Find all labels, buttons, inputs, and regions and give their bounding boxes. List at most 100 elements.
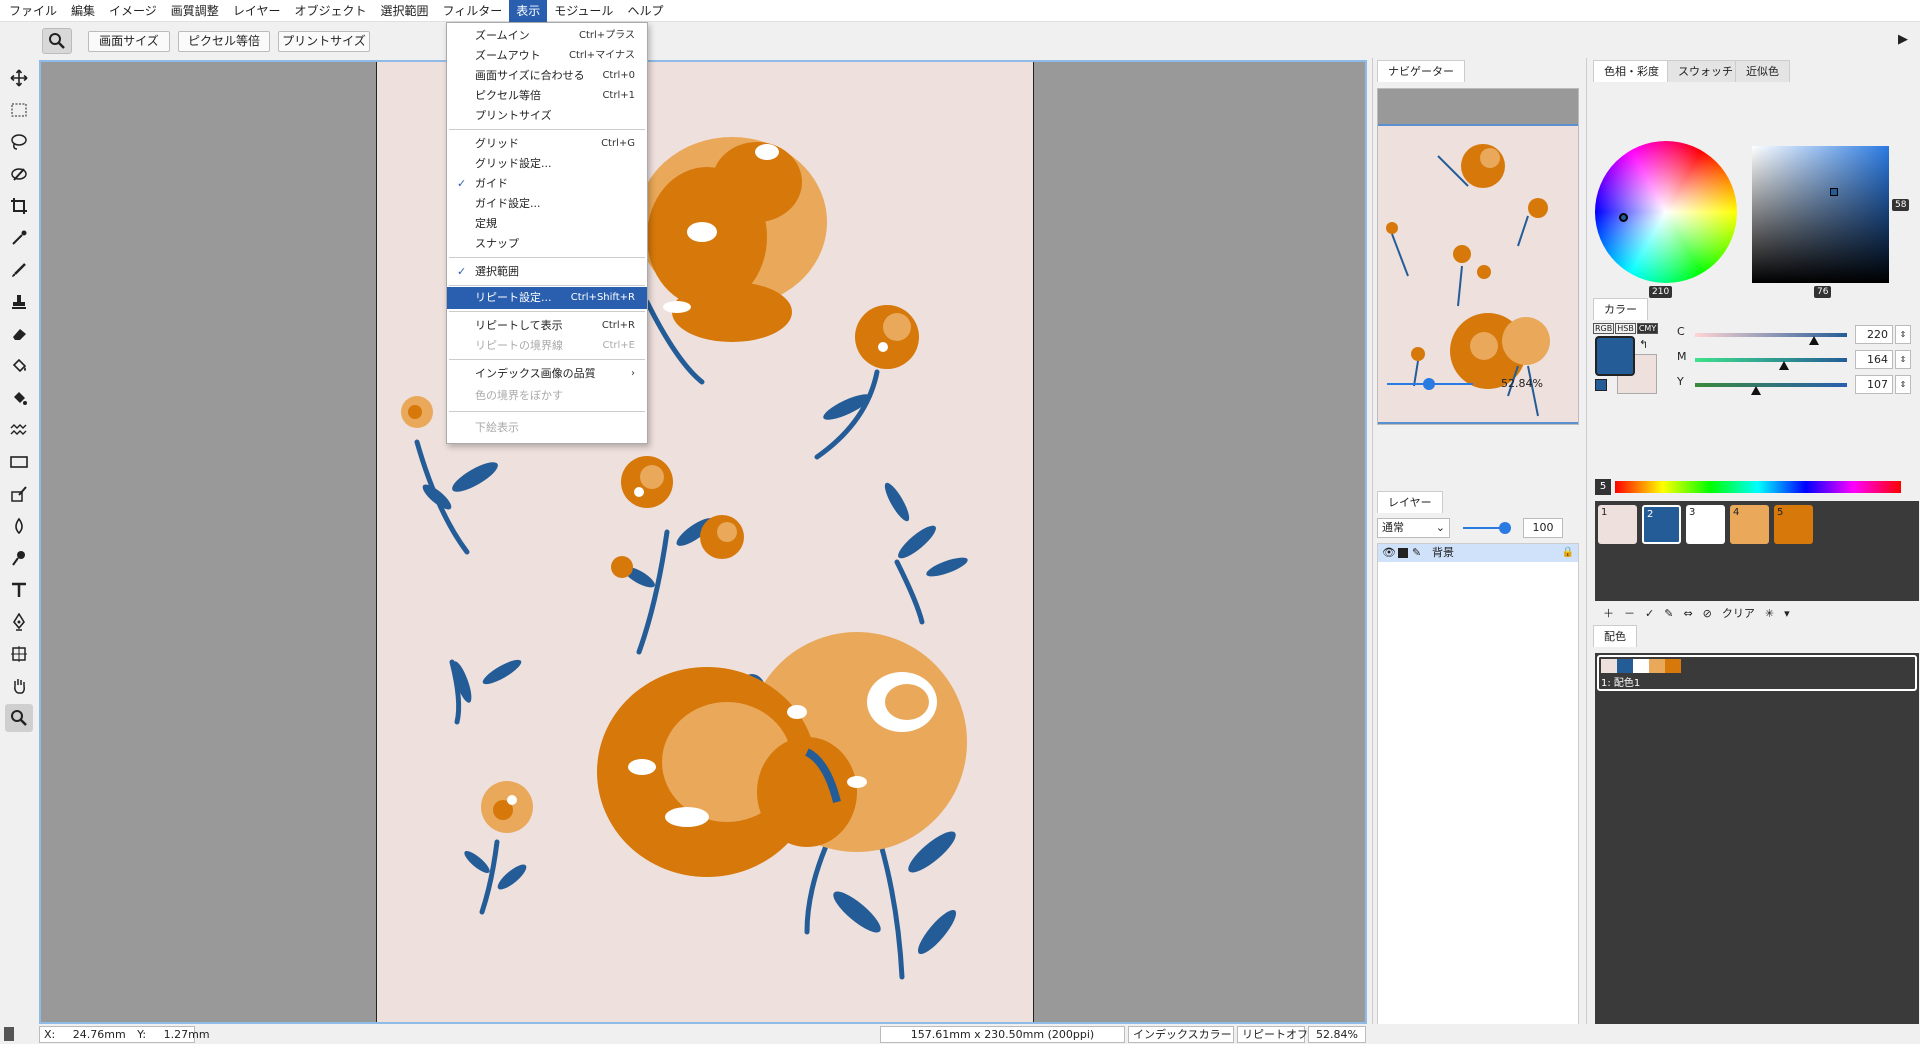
menu-underlay[interactable]: 下絵表示 bbox=[447, 417, 647, 439]
fit-screen-button[interactable]: 画面サイズ bbox=[88, 31, 170, 52]
tab-color-scheme[interactable]: 配色 bbox=[1593, 625, 1637, 647]
default-colors-icon[interactable] bbox=[1595, 379, 1607, 391]
tab-navigator[interactable]: ナビゲーター bbox=[1377, 60, 1465, 82]
menu-repeat-settings[interactable]: リピート設定... Ctrl+Shift+R bbox=[447, 287, 647, 309]
menu-guide[interactable]: ✓ ガイド bbox=[447, 173, 647, 195]
mode-cmy[interactable]: CMY bbox=[1636, 323, 1659, 334]
brush-icon[interactable] bbox=[5, 256, 33, 284]
layer-opacity-input[interactable]: 100 bbox=[1523, 518, 1563, 538]
channel-y-slider[interactable] bbox=[1695, 383, 1847, 387]
menu-adjust[interactable]: 画質調整 bbox=[164, 0, 226, 22]
edit-pencil-icon[interactable]: ✎ bbox=[1664, 607, 1673, 620]
sparkle-icon[interactable]: ✳ bbox=[1765, 607, 1774, 620]
menu-ruler[interactable]: 定規 bbox=[447, 213, 647, 235]
sv-marker[interactable] bbox=[1830, 188, 1838, 196]
blur-drop-icon[interactable] bbox=[5, 512, 33, 540]
color-mode-status[interactable]: インデックスカラー bbox=[1128, 1026, 1234, 1043]
zoom-tool-icon[interactable] bbox=[5, 704, 33, 732]
channel-c-slider[interactable] bbox=[1695, 333, 1847, 337]
swap-colors-icon[interactable]: ↰ bbox=[1639, 338, 1648, 351]
menu-selection[interactable]: 選択範囲 bbox=[373, 0, 435, 22]
pattern-icon[interactable] bbox=[5, 416, 33, 444]
stamp-icon[interactable] bbox=[5, 288, 33, 316]
lock-icon[interactable]: 🔒 bbox=[1562, 544, 1574, 562]
text-tool-icon[interactable] bbox=[5, 576, 33, 604]
menu-actual-pixels[interactable]: ピクセル等倍 Ctrl+1 bbox=[447, 85, 647, 107]
fill-replace-icon[interactable] bbox=[5, 384, 33, 412]
menu-grid-settings[interactable]: グリッド設定... bbox=[447, 153, 647, 175]
eyedropper-icon[interactable] bbox=[5, 224, 33, 252]
canvas-area[interactable] bbox=[39, 60, 1367, 1024]
tab-similar-colors[interactable]: 近似色 bbox=[1735, 60, 1790, 82]
channel-c-thumb[interactable] bbox=[1809, 336, 1819, 345]
menu-repeat-border[interactable]: リピートの境界線 Ctrl+E bbox=[447, 335, 647, 357]
color-scheme-item[interactable]: 1: 配色1 bbox=[1597, 655, 1917, 691]
rect-select-icon[interactable] bbox=[5, 96, 33, 124]
palette-swatch[interactable]: 4 bbox=[1730, 505, 1769, 544]
saturation-value-square[interactable] bbox=[1752, 146, 1889, 283]
mode-hsb[interactable]: HSB bbox=[1615, 323, 1636, 334]
foreground-color-swatch[interactable] bbox=[1595, 336, 1635, 376]
crop-icon[interactable] bbox=[5, 192, 33, 220]
menu-layer[interactable]: レイヤー bbox=[226, 0, 288, 22]
repeat-status[interactable]: リピートオフ bbox=[1237, 1026, 1308, 1043]
confirm-icon[interactable]: ✓ bbox=[1645, 607, 1654, 620]
channel-y-spinner[interactable]: ⇕ bbox=[1895, 375, 1911, 394]
channel-y-input[interactable]: 107 bbox=[1855, 375, 1893, 394]
channel-m-thumb[interactable] bbox=[1779, 361, 1789, 370]
menu-print-size[interactable]: プリントサイズ bbox=[447, 105, 647, 127]
hue-marker[interactable] bbox=[1619, 213, 1628, 222]
menu-repeat-view[interactable]: リピートして表示 Ctrl+R bbox=[447, 315, 647, 337]
menu-file[interactable]: ファイル bbox=[2, 0, 64, 22]
channel-m-spinner[interactable]: ⇕ bbox=[1895, 350, 1911, 369]
move-tool-icon[interactable] bbox=[5, 64, 33, 92]
menu-zoom-in[interactable]: ズームイン Ctrl+プラス bbox=[447, 25, 647, 47]
collapse-panel-icon[interactable]: ▶ bbox=[1898, 32, 1908, 47]
lasso-icon[interactable] bbox=[5, 128, 33, 156]
menu-zoom-out[interactable]: ズームアウト Ctrl+マイナス bbox=[447, 45, 647, 67]
palette-swatch[interactable]: 1 bbox=[1598, 505, 1637, 544]
swap-arrows-icon[interactable]: ⇔ bbox=[1683, 607, 1692, 620]
actual-pixels-button[interactable]: ピクセル等倍 bbox=[178, 31, 270, 52]
channel-y-thumb[interactable] bbox=[1751, 386, 1761, 395]
hue-wheel[interactable] bbox=[1595, 141, 1737, 283]
add-color-icon[interactable]: ＋ bbox=[1603, 605, 1614, 621]
menu-help[interactable]: ヘルプ bbox=[620, 0, 670, 22]
menu-grid[interactable]: グリッド Ctrl+G bbox=[447, 133, 647, 155]
pen-tool-icon[interactable] bbox=[5, 608, 33, 636]
menu-object[interactable]: オブジェクト bbox=[287, 0, 373, 22]
menu-image[interactable]: イメージ bbox=[102, 0, 164, 22]
print-size-button[interactable]: プリントサイズ bbox=[278, 31, 370, 52]
eraser-icon[interactable] bbox=[5, 320, 33, 348]
menu-snap[interactable]: スナップ bbox=[447, 233, 647, 255]
menu-filter[interactable]: フィルター bbox=[435, 0, 509, 22]
eye-icon[interactable]: 👁 bbox=[1382, 544, 1396, 562]
zoom-tool-indicator[interactable] bbox=[42, 28, 72, 54]
channel-m-input[interactable]: 164 bbox=[1855, 350, 1893, 369]
recolor-brush-icon[interactable] bbox=[5, 480, 33, 508]
hand-icon[interactable] bbox=[5, 672, 33, 700]
tab-layers[interactable]: レイヤー bbox=[1377, 491, 1443, 513]
tab-hue-saturation[interactable]: 色相・彩度 bbox=[1593, 60, 1670, 82]
dropdown-triangle-icon[interactable]: ▾ bbox=[1784, 607, 1790, 620]
menu-selection-view[interactable]: ✓ 選択範囲 bbox=[447, 261, 647, 283]
blend-mode-select[interactable]: 通常 ⌄ bbox=[1377, 518, 1450, 538]
tab-color[interactable]: カラー bbox=[1593, 298, 1648, 320]
mode-rgb[interactable]: RGB bbox=[1593, 323, 1615, 334]
menu-view[interactable]: 表示 bbox=[509, 0, 548, 22]
menu-blur-edges[interactable]: 色の境界をぼかす bbox=[447, 385, 647, 407]
magic-wand-icon[interactable] bbox=[5, 160, 33, 188]
transform-icon[interactable] bbox=[5, 640, 33, 668]
remove-color-icon[interactable]: － bbox=[1624, 605, 1635, 621]
palette-swatch[interactable]: 5 bbox=[1774, 505, 1813, 544]
menu-module[interactable]: モジュール bbox=[547, 0, 620, 22]
layer-opacity-slider[interactable] bbox=[1499, 522, 1511, 534]
tab-swatches[interactable]: スウォッチ bbox=[1667, 60, 1744, 82]
spectrum-bar[interactable] bbox=[1615, 481, 1901, 493]
rectangle-shape-icon[interactable] bbox=[5, 448, 33, 476]
navigator-preview[interactable] bbox=[1377, 88, 1579, 425]
layer-row[interactable]: 👁 ✎ 背景 🔒 bbox=[1378, 544, 1578, 562]
smudge-icon[interactable] bbox=[5, 544, 33, 572]
menu-index-quality[interactable]: インデックス画像の品質 › bbox=[447, 363, 647, 385]
menu-edit[interactable]: 編集 bbox=[64, 0, 102, 22]
